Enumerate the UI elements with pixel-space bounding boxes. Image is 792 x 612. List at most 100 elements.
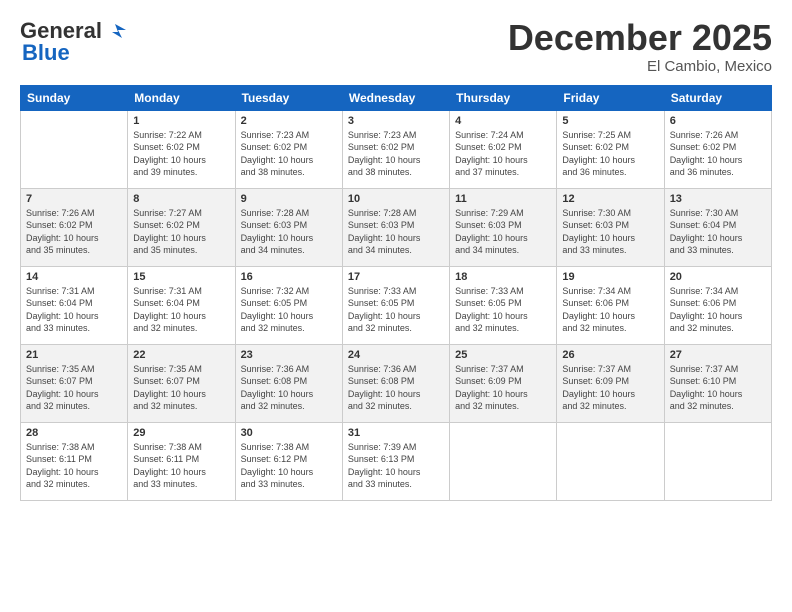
day-number: 25: [455, 349, 551, 361]
day-info: Sunrise: 7:30 AMSunset: 6:03 PMDaylight:…: [562, 207, 658, 257]
day-info: Sunrise: 7:31 AMSunset: 6:04 PMDaylight:…: [133, 285, 229, 335]
calendar-cell: 8 Sunrise: 7:27 AMSunset: 6:02 PMDaylight…: [128, 188, 235, 266]
calendar-cell: 4 Sunrise: 7:24 AMSunset: 6:02 PMDaylight…: [450, 110, 557, 188]
day-number: 31: [348, 427, 444, 439]
location: El Cambio, Mexico: [508, 58, 772, 75]
day-info: Sunrise: 7:28 AMSunset: 6:03 PMDaylight:…: [348, 207, 444, 257]
day-info: Sunrise: 7:27 AMSunset: 6:02 PMDaylight:…: [133, 207, 229, 257]
calendar-cell: 21Sunrise: 7:35 AMSunset: 6:07 PMDayligh…: [21, 344, 128, 422]
day-info: Sunrise: 7:29 AMSunset: 6:03 PMDaylight:…: [455, 207, 551, 257]
calendar-cell: 9 Sunrise: 7:28 AMSunset: 6:03 PMDaylight…: [235, 188, 342, 266]
calendar-cell: [664, 422, 771, 500]
day-number: 15: [133, 271, 229, 283]
calendar-cell: 28 Sunrise: 7:38 AMSunset: 6:11 PMDayligh…: [21, 422, 128, 500]
calendar-cell: [21, 110, 128, 188]
day-info: Sunrise: 7:35 AMSunset: 6:07 PMDaylight:…: [26, 363, 122, 413]
day-number: 3: [348, 115, 444, 127]
day-info: Sunrise: 7:34 AMSunset: 6:06 PMDaylight:…: [562, 285, 658, 335]
day-number: 20: [670, 271, 766, 283]
day-info: Sunrise: 7:26 AMSunset: 6:02 PMDaylight:…: [670, 129, 766, 179]
day-number: 14: [26, 271, 122, 283]
day-info: Sunrise: 7:23 AMSunset: 6:02 PMDaylight:…: [348, 129, 444, 179]
calendar-cell: 6Sunrise: 7:26 AMSunset: 6:02 PMDaylight…: [664, 110, 771, 188]
col-sunday: Sunday: [21, 85, 128, 110]
day-number: 4: [455, 115, 551, 127]
day-info: Sunrise: 7:31 AMSunset: 6:04 PMDaylight:…: [26, 285, 122, 335]
header: General Blue December 2025 El Cambio, Me…: [20, 18, 772, 75]
day-info: Sunrise: 7:34 AMSunset: 6:06 PMDaylight:…: [670, 285, 766, 335]
calendar-cell: 19 Sunrise: 7:34 AMSunset: 6:06 PMDayligh…: [557, 266, 664, 344]
calendar-cell: 13 Sunrise: 7:30 AMSunset: 6:04 PMDayligh…: [664, 188, 771, 266]
day-number: 18: [455, 271, 551, 283]
day-info: Sunrise: 7:28 AMSunset: 6:03 PMDaylight:…: [241, 207, 337, 257]
day-number: 26: [562, 349, 658, 361]
calendar-cell: 24 Sunrise: 7:36 AMSunset: 6:08 PMDayligh…: [342, 344, 449, 422]
calendar-cell: [557, 422, 664, 500]
day-info: Sunrise: 7:38 AMSunset: 6:11 PMDaylight:…: [26, 441, 122, 491]
day-number: 7: [26, 193, 122, 205]
col-wednesday: Wednesday: [342, 85, 449, 110]
calendar-cell: 12Sunrise: 7:30 AMSunset: 6:03 PMDayligh…: [557, 188, 664, 266]
day-number: 19: [562, 271, 658, 283]
calendar-cell: 2Sunrise: 7:23 AMSunset: 6:02 PMDaylight…: [235, 110, 342, 188]
day-number: 2: [241, 115, 337, 127]
logo: General Blue: [20, 18, 126, 66]
day-info: Sunrise: 7:35 AMSunset: 6:07 PMDaylight:…: [133, 363, 229, 413]
col-monday: Monday: [128, 85, 235, 110]
title-block: December 2025 El Cambio, Mexico: [508, 18, 772, 75]
calendar-cell: 10Sunrise: 7:28 AMSunset: 6:03 PMDayligh…: [342, 188, 449, 266]
calendar-cell: 31Sunrise: 7:39 AMSunset: 6:13 PMDayligh…: [342, 422, 449, 500]
day-number: 9: [241, 193, 337, 205]
day-number: 30: [241, 427, 337, 439]
day-info: Sunrise: 7:38 AMSunset: 6:12 PMDaylight:…: [241, 441, 337, 491]
day-info: Sunrise: 7:37 AMSunset: 6:09 PMDaylight:…: [562, 363, 658, 413]
day-info: Sunrise: 7:22 AMSunset: 6:02 PMDaylight:…: [133, 129, 229, 179]
day-number: 11: [455, 193, 551, 205]
calendar-cell: 25 Sunrise: 7:37 AMSunset: 6:09 PMDayligh…: [450, 344, 557, 422]
day-number: 24: [348, 349, 444, 361]
day-number: 8: [133, 193, 229, 205]
calendar-cell: 29Sunrise: 7:38 AMSunset: 6:11 PMDayligh…: [128, 422, 235, 500]
day-number: 13: [670, 193, 766, 205]
day-info: Sunrise: 7:33 AMSunset: 6:05 PMDaylight:…: [455, 285, 551, 335]
calendar-cell: 18 Sunrise: 7:33 AMSunset: 6:05 PMDayligh…: [450, 266, 557, 344]
day-info: Sunrise: 7:24 AMSunset: 6:02 PMDaylight:…: [455, 129, 551, 179]
calendar-week-4: 21Sunrise: 7:35 AMSunset: 6:07 PMDayligh…: [21, 344, 772, 422]
calendar-cell: 15 Sunrise: 7:31 AMSunset: 6:04 PMDayligh…: [128, 266, 235, 344]
day-info: Sunrise: 7:30 AMSunset: 6:04 PMDaylight:…: [670, 207, 766, 257]
day-number: 22: [133, 349, 229, 361]
col-tuesday: Tuesday: [235, 85, 342, 110]
day-number: 5: [562, 115, 658, 127]
logo-bird-icon: [104, 20, 126, 42]
calendar-cell: 1 Sunrise: 7:22 AMSunset: 6:02 PMDaylight…: [128, 110, 235, 188]
calendar-table: Sunday Monday Tuesday Wednesday Thursday…: [20, 85, 772, 501]
calendar-header-row: Sunday Monday Tuesday Wednesday Thursday…: [21, 85, 772, 110]
day-info: Sunrise: 7:36 AMSunset: 6:08 PMDaylight:…: [348, 363, 444, 413]
day-info: Sunrise: 7:26 AMSunset: 6:02 PMDaylight:…: [26, 207, 122, 257]
month-year: December 2025: [508, 18, 772, 58]
col-thursday: Thursday: [450, 85, 557, 110]
calendar-week-1: 1 Sunrise: 7:22 AMSunset: 6:02 PMDaylight…: [21, 110, 772, 188]
calendar-cell: 16Sunrise: 7:32 AMSunset: 6:05 PMDayligh…: [235, 266, 342, 344]
day-number: 1: [133, 115, 229, 127]
calendar-cell: 26 Sunrise: 7:37 AMSunset: 6:09 PMDayligh…: [557, 344, 664, 422]
calendar-cell: 20 Sunrise: 7:34 AMSunset: 6:06 PMDayligh…: [664, 266, 771, 344]
col-friday: Friday: [557, 85, 664, 110]
day-info: Sunrise: 7:25 AMSunset: 6:02 PMDaylight:…: [562, 129, 658, 179]
calendar-week-5: 28 Sunrise: 7:38 AMSunset: 6:11 PMDayligh…: [21, 422, 772, 500]
col-saturday: Saturday: [664, 85, 771, 110]
calendar-cell: 23Sunrise: 7:36 AMSunset: 6:08 PMDayligh…: [235, 344, 342, 422]
day-number: 29: [133, 427, 229, 439]
calendar-cell: 30 Sunrise: 7:38 AMSunset: 6:12 PMDayligh…: [235, 422, 342, 500]
day-number: 23: [241, 349, 337, 361]
calendar-week-3: 14 Sunrise: 7:31 AMSunset: 6:04 PMDayligh…: [21, 266, 772, 344]
calendar-week-2: 7 Sunrise: 7:26 AMSunset: 6:02 PMDaylight…: [21, 188, 772, 266]
calendar-cell: [450, 422, 557, 500]
calendar-cell: 22 Sunrise: 7:35 AMSunset: 6:07 PMDayligh…: [128, 344, 235, 422]
day-number: 28: [26, 427, 122, 439]
calendar-cell: 11 Sunrise: 7:29 AMSunset: 6:03 PMDayligh…: [450, 188, 557, 266]
calendar-cell: 5 Sunrise: 7:25 AMSunset: 6:02 PMDaylight…: [557, 110, 664, 188]
logo-blue: Blue: [22, 40, 70, 66]
page: General Blue December 2025 El Cambio, Me…: [0, 0, 792, 612]
day-info: Sunrise: 7:37 AMSunset: 6:09 PMDaylight:…: [455, 363, 551, 413]
